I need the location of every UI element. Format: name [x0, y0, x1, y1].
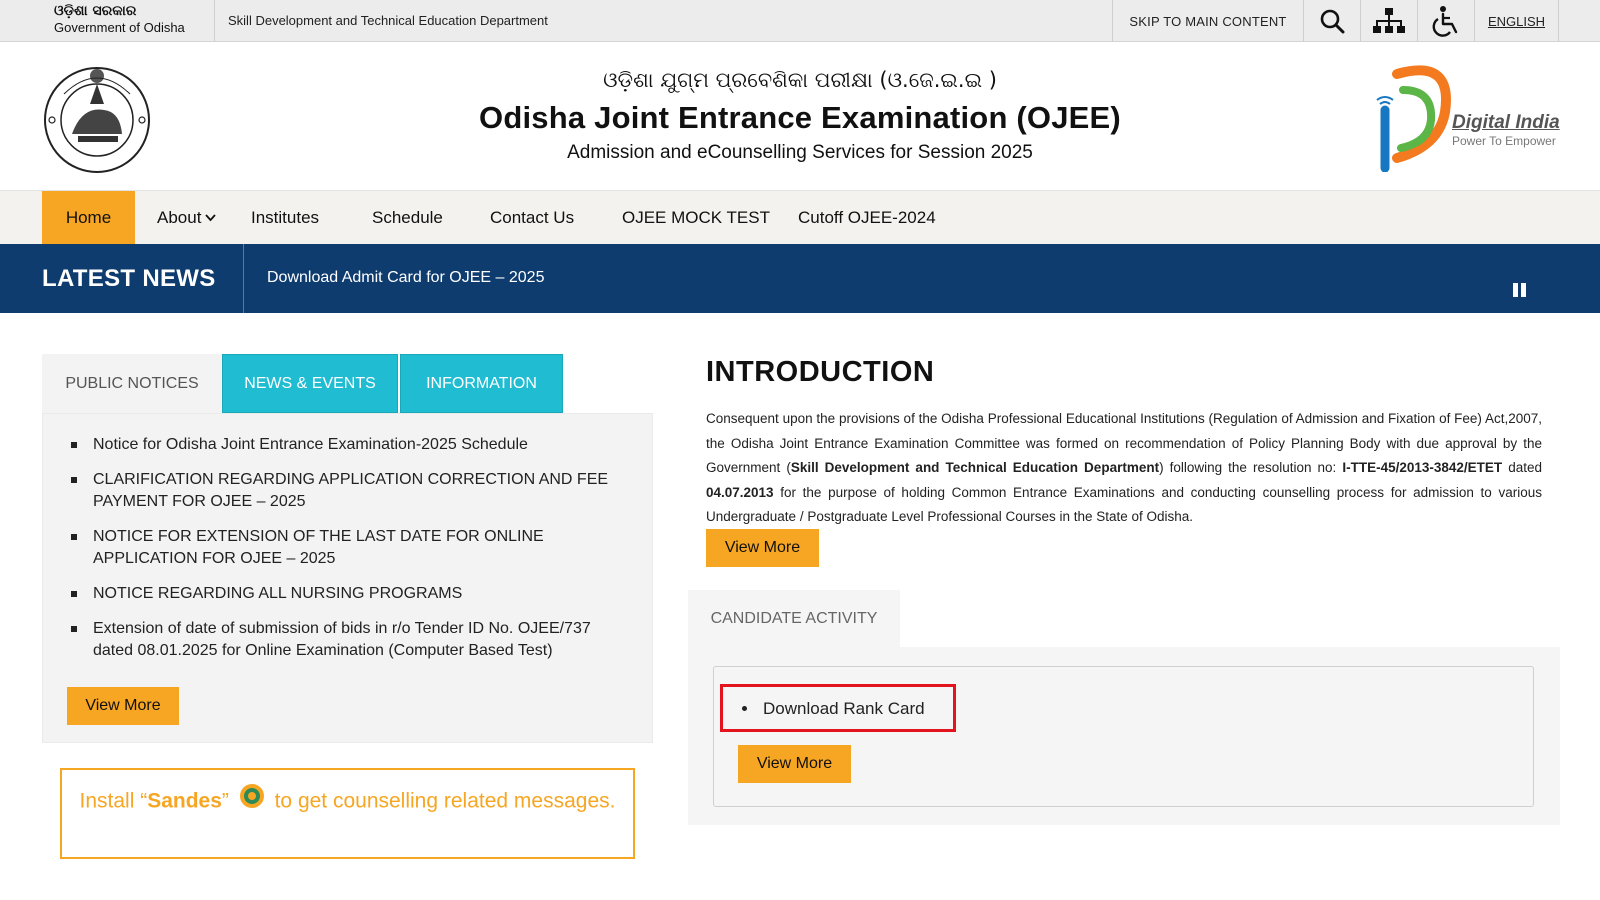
introduction-heading: INTRODUCTION — [706, 356, 935, 388]
notice-item[interactable]: NOTICE FOR EXTENSION OF THE LAST DATE FO… — [69, 526, 629, 570]
pause-icon[interactable] — [1513, 281, 1531, 299]
government-label: ଓଡ଼ିଶା ସରକାର Government of Odisha — [42, 0, 215, 42]
intro-text-part: ) following the resolution no: — [1159, 460, 1343, 475]
notice-item[interactable]: NOTICE REGARDING ALL NURSING PROGRAMS — [69, 583, 629, 605]
list-bullet — [742, 706, 747, 711]
digital-india-text: Digital India — [1452, 112, 1560, 133]
intro-text-part: dated — [1502, 460, 1543, 475]
nav-institutes[interactable]: Institutes — [251, 191, 319, 244]
sandes-app-name: Sandes — [147, 789, 222, 813]
intro-dept-name: Skill Development and Technical Educatio… — [790, 460, 1160, 475]
intro-resolution-no: I-TTE-45/2013-3842/ETET — [1342, 460, 1503, 475]
nav-contact-us[interactable]: Contact Us — [490, 191, 574, 244]
tab-news-events[interactable]: NEWS & EVENTS — [222, 354, 398, 413]
chevron-down-icon — [205, 211, 217, 225]
nav-home[interactable]: Home — [42, 191, 135, 244]
sandes-install-banner: Install “Sandes” to get counselling rela… — [60, 768, 635, 859]
latest-news-label: LATEST NEWS — [42, 265, 216, 292]
nav-about[interactable]: About — [157, 191, 217, 244]
download-rank-card-link[interactable]: Download Rank Card — [763, 699, 925, 719]
sandes-message: to get counselling related messages. — [274, 789, 616, 813]
sandes-prefix: Install “ — [79, 789, 148, 813]
sandes-close-quote: ” — [221, 789, 229, 813]
sitemap-button[interactable] — [1360, 0, 1417, 42]
search-button[interactable] — [1303, 0, 1360, 42]
tab-candidate-activity[interactable]: CANDIDATE ACTIVITY — [688, 590, 900, 648]
latest-news-bar: LATEST NEWS Download Admit Card for OJEE… — [0, 244, 1600, 313]
candidate-view-more-button[interactable]: View More — [738, 745, 851, 783]
main-navigation: Home About Institutes Schedule Contact U… — [0, 190, 1600, 244]
intro-text-part: for the purpose of holding Common Entran… — [706, 484, 1542, 525]
department-name: Skill Development and Technical Educatio… — [228, 13, 548, 28]
nav-cutoff[interactable]: Cutoff OJEE-2024 — [798, 191, 936, 244]
notice-item[interactable]: Extension of date of submission of bids … — [69, 618, 629, 662]
nav-about-label: About — [157, 207, 202, 227]
accessibility-button[interactable] — [1417, 0, 1474, 42]
gov-odia-text: ଓଡ଼ିଶା ସରକାର — [54, 3, 137, 19]
accessibility-icon — [1432, 6, 1458, 37]
sitemap-icon — [1373, 8, 1405, 33]
site-header: ଓଡ଼ିଶା ଯୁଗ୍ମ ପ୍ରବେଶିକା ପରୀକ୍ଷା (ଓ.ଜେ.ଇ.ଇ… — [0, 42, 1600, 190]
introduction-text: Consequent upon the provisions of the Od… — [706, 407, 1542, 530]
skip-to-main-link[interactable]: SKIP TO MAIN CONTENT — [1112, 0, 1303, 42]
gov-english-text: Government of Odisha — [54, 20, 185, 35]
search-icon — [1320, 9, 1345, 34]
news-divider — [243, 244, 244, 313]
notice-item[interactable]: Notice for Odisha Joint Entrance Examina… — [69, 434, 629, 456]
language-selector[interactable]: ENGLISH — [1474, 0, 1559, 42]
sandes-app-icon — [239, 783, 265, 821]
nav-schedule[interactable]: Schedule — [372, 191, 443, 244]
digital-india-tagline: Power To Empower — [1452, 134, 1556, 148]
tab-public-notices[interactable]: PUBLIC NOTICES — [42, 354, 222, 413]
news-ticker-item[interactable]: Download Admit Card for OJEE – 2025 — [267, 269, 544, 287]
notices-view-more-button[interactable]: View More — [67, 687, 179, 725]
intro-view-more-button[interactable]: View More — [706, 529, 819, 567]
top-utility-bar: ଓଡ଼ିଶା ସରକାର Government of Odisha Skill … — [0, 0, 1600, 42]
notice-list: Notice for Odisha Joint Entrance Examina… — [69, 434, 629, 675]
nav-mock-test[interactable]: OJEE MOCK TEST — [622, 191, 770, 244]
tab-information[interactable]: INFORMATION — [400, 354, 563, 413]
intro-resolution-date: 04.07.2013 — [706, 484, 774, 500]
notice-item[interactable]: CLARIFICATION REGARDING APPLICATION CORR… — [69, 469, 629, 513]
